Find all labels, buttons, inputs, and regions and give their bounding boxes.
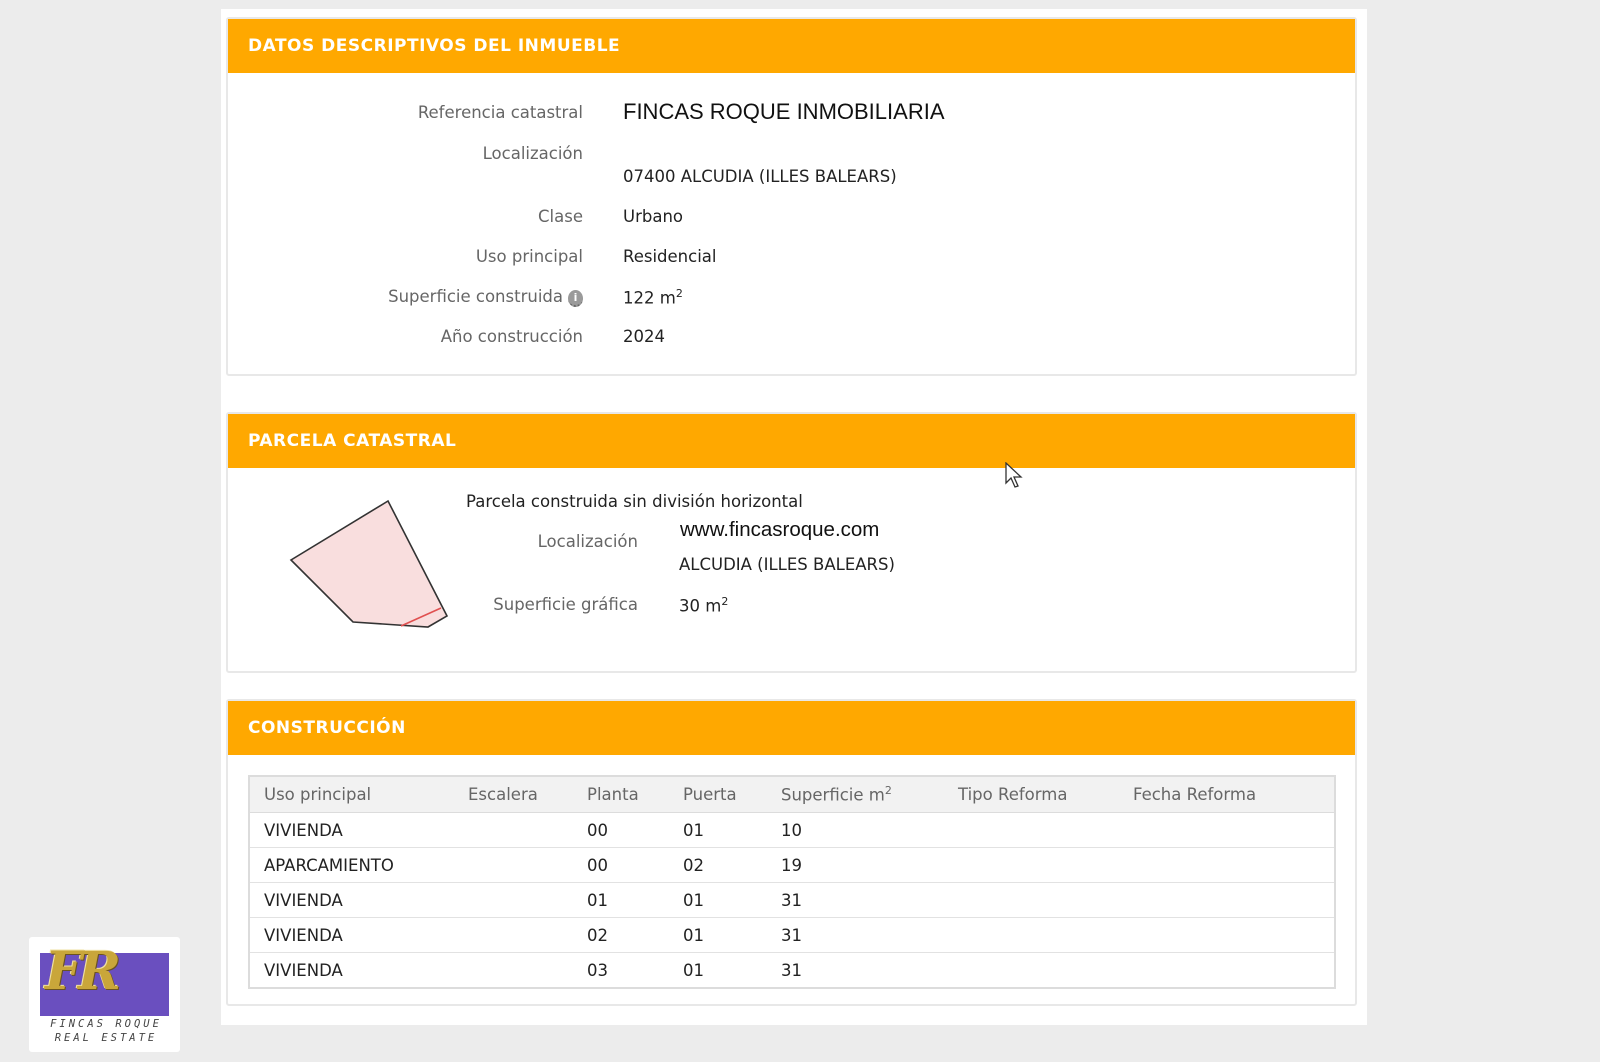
- superficie-grafica-value: 30 m2: [679, 595, 728, 616]
- table-cell: [1119, 847, 1335, 883]
- table-cell: 01: [669, 812, 767, 848]
- table-cell: 00: [573, 812, 669, 848]
- table-cell: 01: [669, 917, 767, 953]
- table-cell: [454, 882, 573, 918]
- table-cell: [1119, 812, 1335, 848]
- superficie-construida-value: 122 m2: [623, 287, 683, 308]
- table-cell: 02: [669, 847, 767, 883]
- localizacion-label: Localización: [482, 144, 583, 163]
- superficie-construida-unit-sup: 2: [675, 287, 683, 300]
- table-row: VIVIENDA 01 01 31: [249, 882, 1335, 918]
- table-cell: [1119, 952, 1335, 988]
- superficie-grafica-unit-sup: 2: [721, 595, 729, 608]
- table-cell: 01: [573, 882, 669, 918]
- parcela-localizacion-value: ALCUDIA (ILLES BALEARS): [679, 555, 895, 574]
- construccion-table: Uso principal Escalera Planta Puerta Sup…: [248, 775, 1336, 989]
- table-cell: VIVIENDA: [249, 952, 454, 988]
- table-cell: 03: [573, 952, 669, 988]
- column-header: Tipo Reforma: [944, 776, 1119, 813]
- clase-label: Clase: [538, 207, 583, 226]
- table-cell: [944, 812, 1119, 848]
- anio-construccion-label: Año construcción: [440, 327, 583, 346]
- parcela-catastral-panel: PARCELA CATASTRAL Parcela construida sin…: [226, 412, 1357, 673]
- column-header-text: Superficie m: [781, 785, 885, 805]
- table-cell: [1119, 882, 1335, 918]
- parcel-polygon: [289, 499, 449, 628]
- anio-construccion-value: 2024: [623, 327, 665, 346]
- superficie-construida-label-row: Superficie construida i: [328, 287, 583, 307]
- construccion-panel: CONSTRUCCIÓN Uso principal Escalera Plan…: [226, 699, 1357, 1006]
- table-cell: [454, 917, 573, 953]
- column-header-superficie: Superficie m2: [767, 776, 944, 813]
- table-header-row: Uso principal Escalera Planta Puerta Sup…: [249, 776, 1335, 813]
- parcel-shape-image: [289, 499, 449, 628]
- table-cell: VIVIENDA: [249, 812, 454, 848]
- table-cell: [454, 952, 573, 988]
- table-row: VIVIENDA 02 01 31: [249, 917, 1335, 953]
- table-cell: 10: [767, 812, 944, 848]
- column-header: Escalera: [454, 776, 573, 813]
- info-icon[interactable]: i: [568, 290, 583, 307]
- table-cell: 01: [669, 952, 767, 988]
- table-cell: [944, 917, 1119, 953]
- logo-text-line2: REAL ESTATE: [54, 1032, 158, 1044]
- table-cell: [454, 812, 573, 848]
- column-header: Puerta: [669, 776, 767, 813]
- column-header: Fecha Reforma: [1119, 776, 1335, 813]
- superficie-grafica-label: Superficie gráfica: [493, 595, 638, 614]
- logo-text-line1: FINCAS ROQUE: [50, 1018, 162, 1030]
- referencia-label: Referencia catastral: [417, 103, 583, 122]
- table-cell: [454, 847, 573, 883]
- clase-value: Urbano: [623, 207, 683, 226]
- table-cell: 00: [573, 847, 669, 883]
- column-header: Uso principal: [249, 776, 454, 813]
- mouse-cursor-icon: [1005, 462, 1023, 488]
- superficie-construida-label: Superficie construida: [388, 287, 563, 306]
- fincas-roque-logo: FR FINCAS ROQUE REAL ESTATE: [29, 937, 180, 1052]
- panel-title: PARCELA CATASTRAL: [228, 414, 1355, 468]
- localizacion-value: 07400 ALCUDIA (ILLES BALEARS): [623, 167, 897, 186]
- table-cell: 19: [767, 847, 944, 883]
- table-cell: VIVIENDA: [249, 917, 454, 953]
- uso-principal-value: Residencial: [623, 247, 717, 266]
- datos-descriptivos-panel: DATOS DESCRIPTIVOS DEL INMUEBLE Referenc…: [226, 17, 1357, 376]
- table-cell: VIVIENDA: [249, 882, 454, 918]
- table-cell: [944, 952, 1119, 988]
- table-cell: 31: [767, 952, 944, 988]
- parcela-localizacion-label: Localización: [537, 532, 638, 551]
- table-cell: 02: [573, 917, 669, 953]
- table-cell: 01: [669, 882, 767, 918]
- panel-title: DATOS DESCRIPTIVOS DEL INMUEBLE: [228, 19, 1355, 73]
- table-cell: APARCAMIENTO: [249, 847, 454, 883]
- panel-title: CONSTRUCCIÓN: [228, 701, 1355, 755]
- table-row: VIVIENDA 03 01 31: [249, 952, 1335, 988]
- table-cell: 31: [767, 882, 944, 918]
- column-header: Planta: [573, 776, 669, 813]
- superficie-grafica-number: 30 m: [679, 596, 722, 616]
- table-row: APARCAMIENTO 00 02 19: [249, 847, 1335, 883]
- page-container: DATOS DESCRIPTIVOS DEL INMUEBLE Referenc…: [221, 9, 1367, 1025]
- table-cell: [944, 882, 1119, 918]
- logo-letters: FR: [45, 941, 121, 1002]
- column-header-sup: 2: [884, 784, 892, 798]
- parcela-subtitle: Parcela construida sin división horizont…: [466, 492, 803, 511]
- table-cell: [1119, 917, 1335, 953]
- table-row: VIVIENDA 00 01 10: [249, 812, 1335, 848]
- table-cell: [944, 847, 1119, 883]
- table-cell: 31: [767, 917, 944, 953]
- superficie-construida-number: 122 m: [623, 288, 676, 308]
- parcela-website[interactable]: www.fincasroque.com: [680, 518, 879, 542]
- uso-principal-label: Uso principal: [475, 247, 583, 266]
- referencia-value: FINCAS ROQUE INMOBILIARIA: [623, 99, 945, 124]
